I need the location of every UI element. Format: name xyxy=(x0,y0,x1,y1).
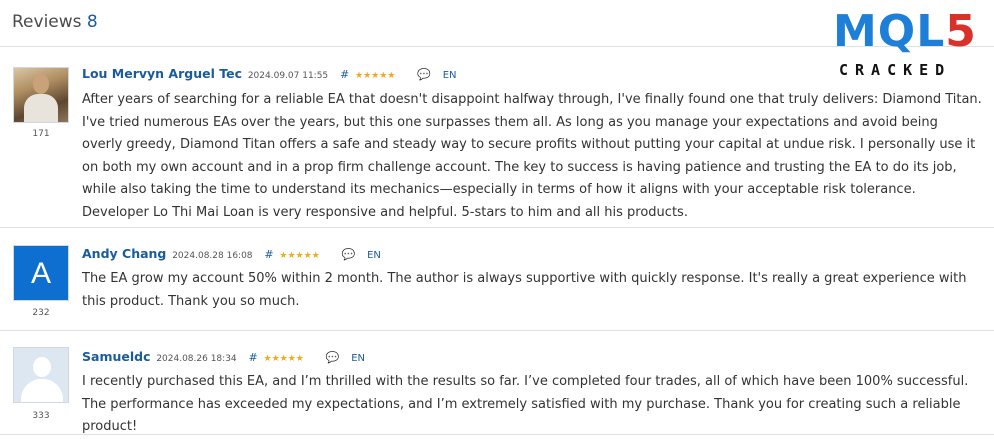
reviewer-name[interactable]: Samueldc xyxy=(82,349,150,364)
review-text: After years of searching for a reliable … xyxy=(82,92,982,220)
review-date: 2024.09.07 11:55 xyxy=(247,71,329,81)
rating-stars: ★★★★★ xyxy=(355,71,396,81)
permalink-hash[interactable]: # xyxy=(340,68,349,81)
review-meta: Lou Mervyn Arguel Tec 2024.09.07 11:55 #… xyxy=(82,66,457,81)
avatar-placeholder-body xyxy=(21,379,63,402)
language-label[interactable]: EN xyxy=(351,353,365,364)
avatar[interactable] xyxy=(13,67,69,123)
rating-stars: ★★★★★ xyxy=(263,354,304,364)
reviewer-name[interactable]: Andy Chang xyxy=(82,246,166,261)
user-rank: 333 xyxy=(32,411,50,421)
language-label[interactable]: EN xyxy=(367,250,381,261)
reviews-count: 8 xyxy=(86,12,98,32)
reviewer-name[interactable]: Lou Mervyn Arguel Tec xyxy=(82,66,242,81)
comment-icon[interactable]: 💬 xyxy=(417,68,431,81)
rating-stars: ★★★★★ xyxy=(279,251,320,261)
avatar-placeholder-head xyxy=(33,357,51,377)
user-rank: 232 xyxy=(32,308,50,318)
review-meta: Samueldc 2024.08.26 18:34 # ★★★★★ 💬 EN xyxy=(82,349,365,364)
avatar-body xyxy=(24,94,58,122)
review-item: 333 Samueldc 2024.08.26 18:34 # ★★★★★ 💬 … xyxy=(0,331,994,435)
review-date: 2024.08.26 18:34 xyxy=(156,354,237,364)
review-item: 171 Lou Mervyn Arguel Tec 2024.09.07 11:… xyxy=(0,47,994,228)
review-text: I recently purchased this EA, and I’m th… xyxy=(82,374,969,435)
review-meta: Andy Chang 2024.08.28 16:08 # ★★★★★ 💬 EN xyxy=(82,246,381,261)
reviews-title: Reviews 8 xyxy=(12,12,98,32)
avatar-head xyxy=(33,74,49,94)
avatar[interactable] xyxy=(13,347,69,403)
comment-icon[interactable]: 💬 xyxy=(326,351,340,364)
permalink-hash[interactable]: # xyxy=(264,248,273,261)
review-item: A 232 Andy Chang 2024.08.28 16:08 # ★★★★… xyxy=(0,228,994,331)
permalink-hash[interactable]: # xyxy=(248,351,257,364)
comment-icon[interactable]: 💬 xyxy=(342,248,356,261)
reviews-title-label: Reviews xyxy=(12,12,82,32)
user-rank: 171 xyxy=(32,129,50,139)
review-date: 2024.08.28 16:08 xyxy=(172,251,253,261)
avatar[interactable]: A xyxy=(13,245,69,301)
review-text: The EA grow my account 50% within 2 mont… xyxy=(82,271,967,309)
language-label[interactable]: EN xyxy=(443,70,457,81)
